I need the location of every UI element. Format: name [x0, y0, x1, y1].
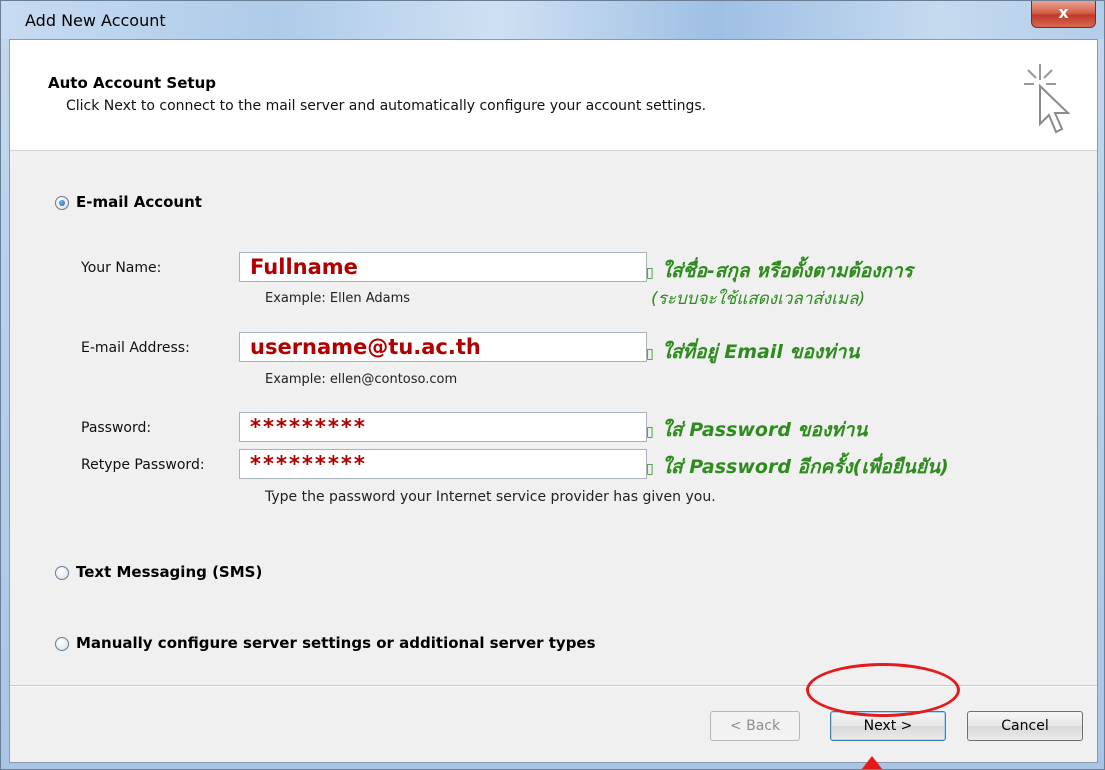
password-annotation-text: ใส่ Password ของท่าน	[661, 419, 868, 441]
dialog-window: Add New Account x Auto Account Setup Cli…	[0, 0, 1105, 770]
email-account-label[interactable]: E-mail Account	[76, 193, 202, 211]
manual-config-radio[interactable]	[55, 637, 69, 651]
password-input[interactable]: *********	[239, 412, 647, 442]
retype-password-label: Retype Password:	[81, 457, 205, 473]
annotation-bullet: ▯	[646, 346, 654, 362]
password-hint: Type the password your Internet service …	[265, 489, 716, 505]
email-address-input[interactable]: username@tu.ac.th	[239, 332, 647, 362]
next-button[interactable]: Next >	[830, 711, 946, 741]
text-messaging-label[interactable]: Text Messaging (SMS)	[76, 563, 262, 581]
your-name-label: Your Name:	[81, 260, 162, 276]
title-bar[interactable]: Add New Account x	[1, 1, 1104, 39]
your-name-example: Example: Ellen Adams	[265, 291, 411, 306]
manual-config-label[interactable]: Manually configure server settings or ad…	[76, 634, 596, 652]
annotation-bullet: ▯	[646, 265, 654, 281]
email-address-example: Example: ellen@contoso.com	[265, 372, 458, 387]
window-title: Add New Account	[25, 11, 166, 30]
text-messaging-radio[interactable]	[55, 566, 69, 580]
wizard-header: Auto Account Setup Click Next to connect…	[10, 40, 1097, 151]
email-account-radio[interactable]	[55, 196, 69, 210]
name-annotation-sub-text: (ระบบจะใช้แสดงเวลาส่งเมล)	[651, 289, 866, 309]
name-annotation-sub: (ระบบจะใช้แสดงเวลาส่งเมล)	[651, 285, 865, 312]
footer-divider	[10, 685, 1097, 687]
password-annotation: ▯ ใส่ Password ของท่าน	[646, 415, 867, 445]
name-annotation: ▯ ใส่ชื่อ-สกุล หรือตั้งตามต้องการ	[646, 256, 913, 286]
annotation-bullet: ▯	[646, 424, 654, 440]
cursor-sparkle-icon	[1024, 64, 1071, 134]
header-title: Auto Account Setup	[48, 74, 216, 92]
cancel-button[interactable]: Cancel	[967, 711, 1083, 741]
retype-annotation-text: ใส่ Password อีกครั้ง(เพื่อยืนยัน)	[661, 456, 949, 478]
name-annotation-text: ใส่ชื่อ-สกุล หรือตั้งตามต้องการ	[661, 260, 913, 282]
dialog-body: Auto Account Setup Click Next to connect…	[9, 39, 1098, 763]
annotation-bullet: ▯	[646, 461, 654, 477]
back-button[interactable]: < Back	[710, 711, 800, 741]
close-button[interactable]: x	[1031, 1, 1096, 28]
email-address-label: E-mail Address:	[81, 340, 190, 356]
retype-annotation: ▯ ใส่ Password อีกครั้ง(เพื่อยืนยัน)	[646, 452, 949, 482]
email-annotation: ▯ ใส่ที่อยู่ Email ของท่าน	[646, 337, 859, 367]
arrow-stem	[870, 763, 874, 769]
email-annotation-text: ใส่ที่อยู่ Email ของท่าน	[661, 341, 860, 363]
retype-password-input[interactable]: *********	[239, 449, 647, 479]
header-subtitle: Click Next to connect to the mail server…	[66, 98, 707, 114]
password-label: Password:	[81, 420, 152, 436]
your-name-input[interactable]: Fullname	[239, 252, 647, 282]
